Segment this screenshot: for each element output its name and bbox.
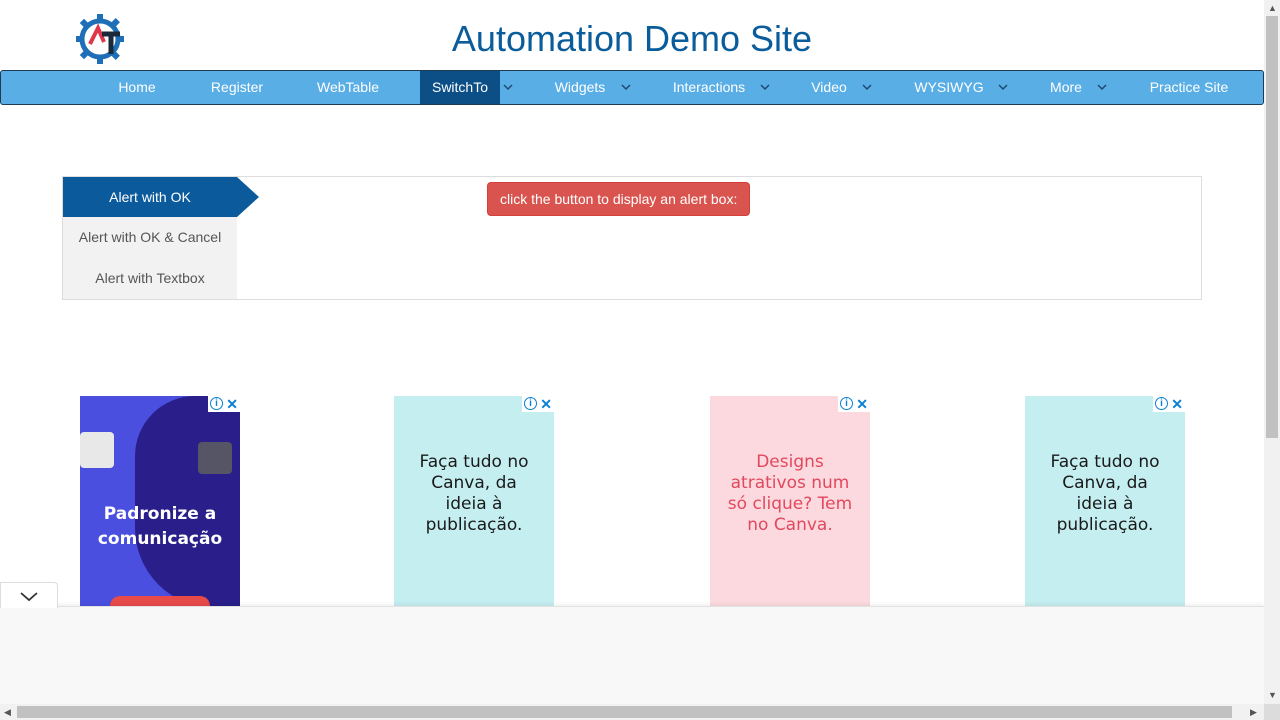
scroll-left-icon[interactable]: ◀ xyxy=(4,707,11,718)
tab-alert-ok[interactable]: Alert with OK xyxy=(63,177,237,217)
ad-text: Faça tudo no Canva, da ideia à publicaçã… xyxy=(419,452,529,535)
collapse-ad-button[interactable] xyxy=(0,582,58,608)
close-icon[interactable]: ✕ xyxy=(1171,396,1183,412)
chevron-down-icon[interactable] xyxy=(618,71,636,104)
info-icon[interactable]: i xyxy=(840,397,853,410)
display-alert-button[interactable]: click the button to display an alert box… xyxy=(487,182,751,216)
horizontal-scroll-thumb[interactable] xyxy=(17,706,1232,718)
scroll-right-icon[interactable]: ▶ xyxy=(1250,707,1257,718)
alert-tabs: Alert with OK Alert with OK & Cancel Ale… xyxy=(63,177,259,299)
ad-controls[interactable]: i ✕ xyxy=(208,396,240,412)
nav-practice-site[interactable]: Practice Site xyxy=(1135,71,1243,104)
chevron-down-icon[interactable] xyxy=(859,71,877,104)
close-icon[interactable]: ✕ xyxy=(540,396,552,412)
scrollbar-corner xyxy=(1264,704,1280,720)
bottom-ad-bar xyxy=(0,606,1264,704)
alert-panel: Alert with OK Alert with OK & Cancel Ale… xyxy=(62,176,1202,300)
ad-controls[interactable]: i ✕ xyxy=(1153,396,1185,412)
tab-alert-textbox[interactable]: Alert with Textbox xyxy=(63,258,237,298)
chevron-down-icon[interactable] xyxy=(995,71,1013,104)
close-icon[interactable]: ✕ xyxy=(856,396,868,412)
nav-register[interactable]: Register xyxy=(197,71,277,104)
nav-more[interactable]: More xyxy=(1037,71,1095,104)
active-tab-arrow xyxy=(237,177,259,217)
ad-banner[interactable]: Faça tudo no Canva, da ideia à publicaçã… xyxy=(1025,396,1185,608)
nav-webtable[interactable]: WebTable xyxy=(301,71,395,104)
ad-image xyxy=(198,442,232,474)
nav-widgets[interactable]: Widgets xyxy=(541,71,619,104)
nav-interactions[interactable]: Interactions xyxy=(661,71,757,104)
ad-banner[interactable]: Faça tudo no Canva, da ideia à publicaçã… xyxy=(394,396,554,608)
scroll-up-icon[interactable]: ▲ xyxy=(1268,3,1277,13)
page-title: Automation Demo Site xyxy=(451,18,813,59)
vertical-scrollbar[interactable]: ▲ ▼ xyxy=(1264,0,1280,704)
info-icon[interactable]: i xyxy=(1155,397,1168,410)
chevron-down-icon xyxy=(20,592,38,602)
ad-text: Designs atrativos num só clique? Tem no … xyxy=(727,452,853,535)
ad-controls[interactable]: i ✕ xyxy=(522,396,554,412)
nav-video[interactable]: Video xyxy=(799,71,859,104)
ad-banner[interactable]: Padronize a comunicação i ✕ xyxy=(80,396,240,608)
horizontal-scrollbar[interactable]: ◀ ▶ xyxy=(0,704,1264,720)
ad-controls[interactable]: i ✕ xyxy=(838,396,870,412)
chevron-down-icon[interactable] xyxy=(1094,71,1112,104)
close-icon[interactable]: ✕ xyxy=(226,396,238,412)
tab-alert-ok-cancel[interactable]: Alert with OK & Cancel xyxy=(63,217,237,257)
info-icon[interactable]: i xyxy=(210,397,223,410)
ad-text: Padronize a comunicação xyxy=(97,504,223,549)
chevron-down-icon[interactable] xyxy=(757,71,775,104)
chevron-down-icon[interactable] xyxy=(500,71,518,104)
ad-image xyxy=(80,432,114,468)
scroll-down-icon[interactable]: ▼ xyxy=(1268,690,1277,700)
ad-text: Faça tudo no Canva, da ideia à publicaçã… xyxy=(1050,452,1160,535)
main-navbar: Home Register WebTable SwitchTo Widgets … xyxy=(0,70,1264,105)
ad-banner[interactable]: Designs atrativos num só clique? Tem no … xyxy=(710,396,870,608)
nav-wysiwyg[interactable]: WYSIWYG xyxy=(903,71,995,104)
nav-switchto[interactable]: SwitchTo xyxy=(420,71,500,104)
info-icon[interactable]: i xyxy=(524,397,537,410)
nav-home[interactable]: Home xyxy=(98,71,176,104)
vertical-scroll-thumb[interactable] xyxy=(1266,16,1278,438)
